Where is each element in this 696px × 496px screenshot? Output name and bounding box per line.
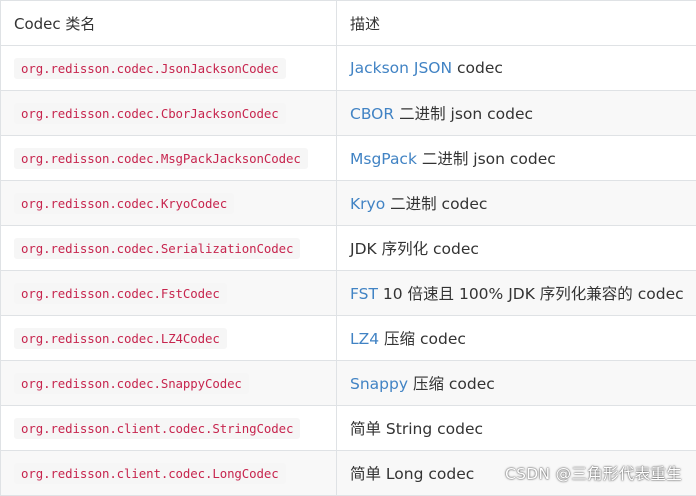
description-cell: 简单 String codec: [336, 405, 696, 451]
description-link[interactable]: CBOR: [350, 105, 394, 123]
table-row: org.redisson.codec.CborJacksonCodec CBOR…: [0, 90, 696, 136]
codec-class-cell: org.redisson.client.codec.StringCodec: [0, 405, 337, 451]
description-cell: Kryo 二进制 codec: [336, 180, 696, 226]
table-header-row: Codec 类名 描述: [0, 0, 696, 46]
table-row: org.redisson.codec.SerializationCodec JD…: [0, 225, 696, 271]
table-row: org.redisson.codec.FstCodec FST 10 倍速且 1…: [0, 270, 696, 316]
watermark: CSDN @三角形代表重生: [504, 465, 682, 483]
codec-class-name: org.redisson.codec.JsonJacksonCodec: [14, 57, 286, 79]
description-cell: JDK 序列化 codec: [336, 225, 696, 271]
table-row: org.redisson.codec.LZ4Codec LZ4 压缩 codec: [0, 315, 696, 361]
description-text: 压缩 codec: [379, 330, 466, 348]
description-text: JDK 序列化 codec: [350, 240, 479, 258]
header-codec-class: Codec 类名: [0, 0, 337, 46]
codec-class-name: org.redisson.codec.FstCodec: [14, 282, 227, 304]
codec-class-cell: org.redisson.codec.SnappyCodec: [0, 360, 337, 406]
table-row: org.redisson.codec.KryoCodec Kryo 二进制 co…: [0, 180, 696, 226]
codec-class-name: org.redisson.codec.CborJacksonCodec: [14, 102, 286, 124]
codec-class-cell: org.redisson.codec.SerializationCodec: [0, 225, 337, 271]
codec-class-cell: org.redisson.codec.MsgPackJacksonCodec: [0, 135, 337, 181]
codec-class-cell: org.redisson.codec.LZ4Codec: [0, 315, 337, 361]
description-link[interactable]: MsgPack: [350, 150, 417, 168]
codec-class-name: org.redisson.codec.SnappyCodec: [14, 372, 249, 394]
description-text: 简单 Long codec: [350, 465, 475, 483]
description-link[interactable]: LZ4: [350, 330, 379, 348]
description-text: 10 倍速且 100% JDK 序列化兼容的 codec: [377, 285, 684, 303]
codec-class-cell: org.redisson.codec.JsonJacksonCodec: [0, 45, 337, 91]
table-row: org.redisson.codec.SnappyCodec Snappy 压缩…: [0, 360, 696, 406]
codec-class-name: org.redisson.codec.KryoCodec: [14, 192, 235, 214]
description-text: 二进制 json codec: [394, 105, 534, 123]
description-text: 简单 String codec: [350, 420, 484, 438]
table-row: org.redisson.client.codec.StringCodec 简单…: [0, 405, 696, 451]
codec-class-cell: org.redisson.codec.CborJacksonCodec: [0, 90, 337, 136]
codec-class-cell: org.redisson.codec.FstCodec: [0, 270, 337, 316]
description-cell: Jackson JSON codec: [336, 45, 696, 91]
description-link[interactable]: Jackson JSON: [350, 59, 452, 77]
description-text: 压缩 codec: [408, 375, 495, 393]
header-description: 描述: [336, 0, 696, 46]
description-text: 二进制 codec: [385, 195, 488, 213]
codec-class-name: org.redisson.client.codec.StringCodec: [14, 417, 301, 439]
codec-class-name: org.redisson.client.codec.LongCodec: [14, 462, 286, 484]
codec-class-name: org.redisson.codec.MsgPackJacksonCodec: [14, 147, 308, 169]
description-cell: FST 10 倍速且 100% JDK 序列化兼容的 codec: [336, 270, 696, 316]
codec-class-name: org.redisson.codec.LZ4Codec: [14, 327, 227, 349]
codec-class-cell: org.redisson.client.codec.LongCodec: [0, 450, 337, 496]
description-text: 二进制 json codec: [416, 150, 556, 168]
description-cell: LZ4 压缩 codec: [336, 315, 696, 361]
table-row: org.redisson.codec.JsonJacksonCodec Jack…: [0, 45, 696, 91]
description-cell: CBOR 二进制 json codec: [336, 90, 696, 136]
description-cell: Snappy 压缩 codec: [336, 360, 696, 406]
codec-table: Codec 类名 描述 org.redisson.codec.JsonJacks…: [0, 0, 696, 496]
description-text: codec: [452, 59, 503, 77]
description-link[interactable]: FST: [350, 285, 378, 303]
table-row: org.redisson.codec.MsgPackJacksonCodec M…: [0, 135, 696, 181]
codec-class-name: org.redisson.codec.SerializationCodec: [14, 237, 301, 259]
description-cell: MsgPack 二进制 json codec: [336, 135, 696, 181]
description-link[interactable]: Kryo: [350, 195, 385, 213]
description-link[interactable]: Snappy: [350, 375, 408, 393]
codec-class-cell: org.redisson.codec.KryoCodec: [0, 180, 337, 226]
